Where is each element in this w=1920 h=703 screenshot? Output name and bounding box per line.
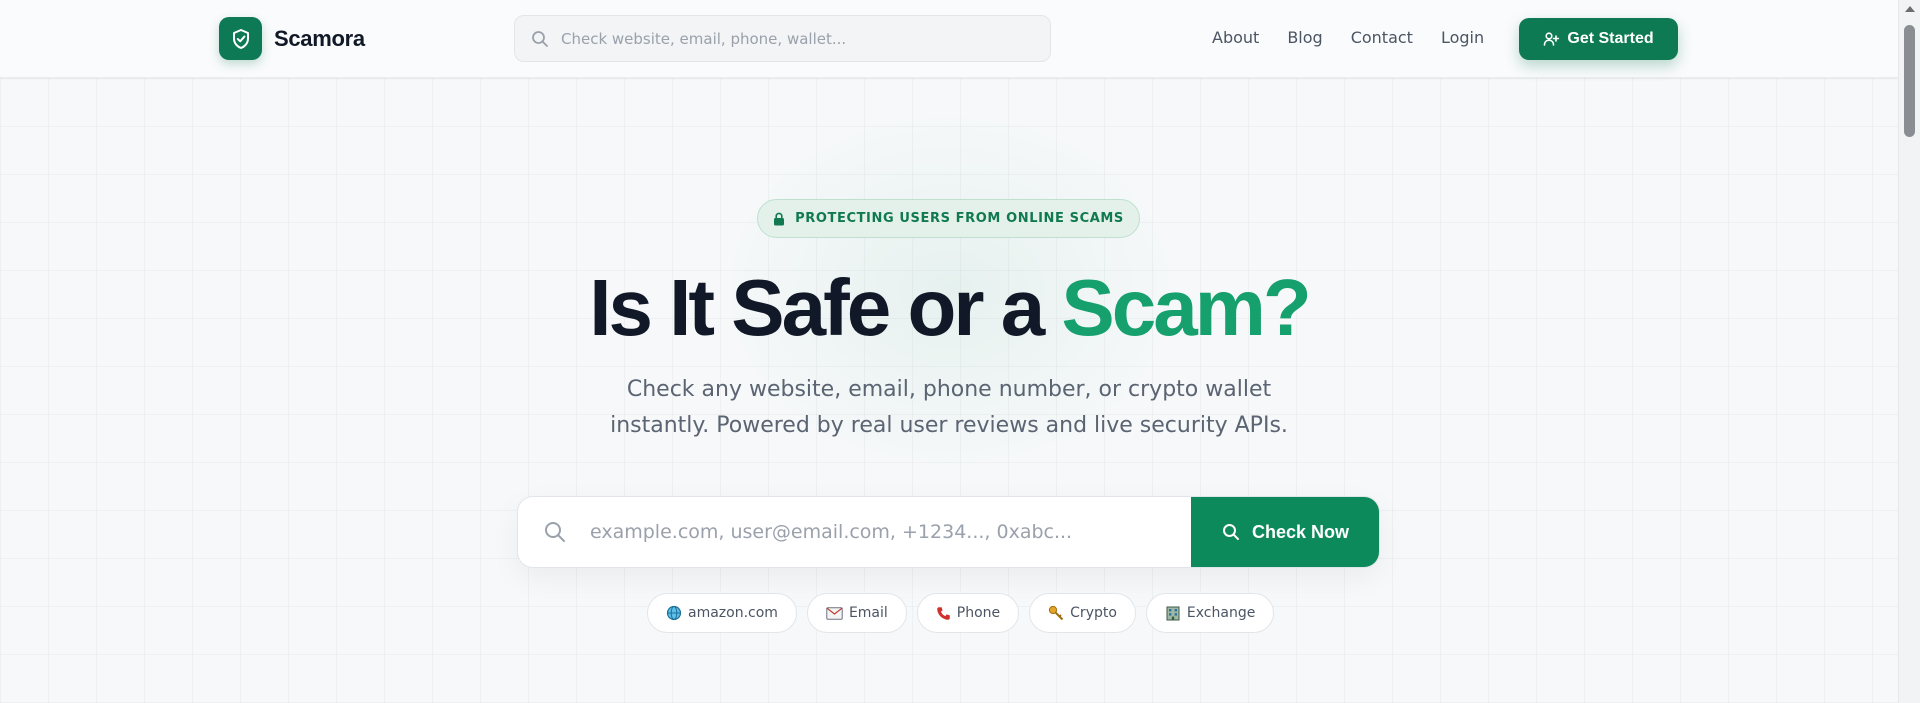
navbar: Scamora About Blog Contact Login <box>0 0 1898 78</box>
chip-label: Email <box>848 605 888 621</box>
bank-icon <box>1165 605 1181 621</box>
brand-name: Scamora <box>274 25 365 51</box>
nav-search-box[interactable] <box>514 15 1051 62</box>
nav-link-login[interactable]: Login <box>1441 28 1484 48</box>
scroll-up-arrow-icon[interactable] <box>1905 6 1915 12</box>
chip-label: Phone <box>956 605 1001 621</box>
user-plus-icon <box>1543 31 1560 47</box>
check-now-button[interactable]: Check Now <box>1191 497 1379 567</box>
nav-link-blog[interactable]: Blog <box>1287 28 1322 48</box>
phone-icon <box>936 606 951 621</box>
hero-subtitle: Check any website, email, phone number, … <box>0 372 1898 444</box>
page-viewport: Scamora About Blog Contact Login <box>0 0 1898 703</box>
vertical-scrollbar[interactable] <box>1898 0 1920 703</box>
chip-amazon[interactable]: amazon.com <box>647 593 797 633</box>
search-icon <box>1222 523 1240 541</box>
main-search-box: Check Now <box>517 496 1380 568</box>
nav-links: About Blog Contact Login <box>1212 28 1512 48</box>
chip-label: Exchange <box>1186 605 1256 621</box>
check-now-label: Check Now <box>1251 521 1350 542</box>
chip-crypto[interactable]: Crypto <box>1029 593 1136 633</box>
nav-link-contact[interactable]: Contact <box>1351 28 1413 48</box>
search-icon <box>544 521 566 543</box>
search-icon <box>531 30 549 48</box>
hero-subtitle-line1: Check any website, email, phone number, … <box>626 377 1272 402</box>
scrollbar-thumb[interactable] <box>1904 25 1915 137</box>
globe-icon <box>666 605 682 621</box>
get-started-button[interactable]: Get Started <box>1519 18 1678 60</box>
hero-headline-accent: Scam? <box>1061 263 1311 352</box>
nav-search-input[interactable] <box>561 29 1021 48</box>
nav-link-about[interactable]: About <box>1212 28 1259 48</box>
email-icon <box>826 606 843 620</box>
main-search-input[interactable] <box>590 521 1150 543</box>
hero-subtitle-line2: instantly. Powered by real user reviews … <box>610 413 1288 438</box>
brand-logo[interactable]: Scamora <box>219 17 365 60</box>
quick-chips: amazon.com Email Phone Crypto Exchange <box>647 593 1284 633</box>
chip-label: amazon.com <box>688 605 778 621</box>
chip-email[interactable]: Email <box>806 593 907 633</box>
key-icon <box>1048 605 1064 621</box>
shield-logo-icon <box>219 17 262 60</box>
hero-headline-main: Is It Safe or a <box>589 263 1045 352</box>
hero-headline: Is It Safe or a Scam? <box>0 258 1898 358</box>
get-started-label: Get Started <box>1567 30 1654 47</box>
lock-icon <box>773 212 785 226</box>
chip-phone[interactable]: Phone <box>916 593 1020 633</box>
chip-exchange[interactable]: Exchange <box>1145 593 1275 633</box>
hero-badge: PROTECTING USERS FROM ONLINE SCAMS <box>757 199 1140 238</box>
chip-label: Crypto <box>1070 605 1117 621</box>
hero-badge-text: PROTECTING USERS FROM ONLINE SCAMS <box>795 211 1124 226</box>
